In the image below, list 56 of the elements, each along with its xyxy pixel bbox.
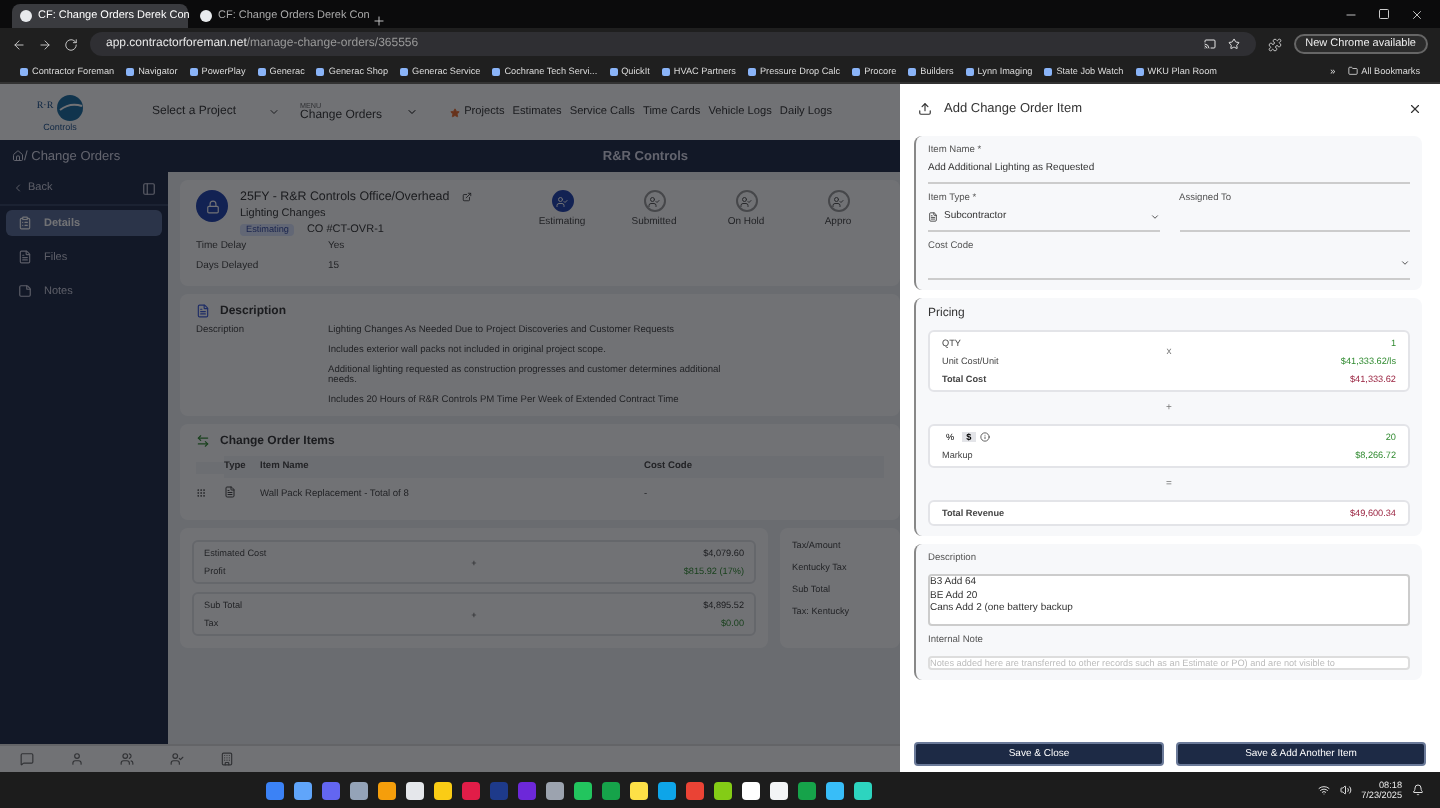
extensions-icon[interactable]	[1267, 37, 1282, 51]
bookmark-icon	[257, 67, 266, 75]
sidebar-toggle-icon[interactable]	[142, 181, 156, 195]
notification-icon[interactable]	[1412, 784, 1424, 796]
back-icon[interactable]	[12, 37, 26, 51]
maximize-icon[interactable]	[1378, 7, 1390, 19]
chevron-down-icon	[1149, 211, 1159, 221]
file-icon	[18, 250, 32, 264]
close-icon[interactable]	[1408, 101, 1422, 115]
user-icon[interactable]	[70, 752, 84, 766]
bookmark-icon	[316, 67, 325, 75]
bookmark-icon	[20, 67, 28, 75]
exchange-icon	[196, 434, 210, 448]
tab-favicon	[200, 10, 212, 22]
step-icon	[551, 190, 573, 212]
chevron-down-icon	[406, 106, 419, 118]
bookmark-icon	[492, 67, 501, 75]
record-icon	[196, 190, 228, 222]
bookmark-icon	[908, 67, 917, 75]
cast-icon[interactable]	[1203, 38, 1216, 50]
bookmark-star-icon[interactable]	[1227, 38, 1240, 50]
logo-icon	[55, 93, 84, 121]
bookmark-icon	[965, 67, 974, 75]
document-icon	[928, 211, 938, 221]
bookmark-icon	[126, 67, 135, 75]
chevron-down-icon	[268, 106, 281, 118]
bookmark-icon	[661, 67, 670, 75]
item-type-icon	[224, 486, 236, 498]
volume-icon[interactable]	[1339, 784, 1352, 796]
new-tab-icon[interactable]	[372, 14, 386, 28]
bookmark-icon	[747, 67, 756, 75]
note-icon	[18, 284, 32, 298]
bookmark-icon	[400, 67, 408, 75]
open-link-icon[interactable]	[461, 192, 472, 202]
step-icon	[643, 190, 665, 212]
details-icon	[18, 216, 32, 230]
tab-favicon	[20, 10, 32, 22]
contact-icon[interactable]	[170, 752, 184, 766]
chevron-down-icon	[1400, 258, 1410, 268]
users-icon[interactable]	[120, 752, 134, 766]
bookmark-icon	[189, 67, 198, 75]
forward-icon[interactable]	[38, 37, 52, 51]
bookmark-icon	[852, 67, 861, 75]
step-icon	[827, 190, 849, 212]
step-icon	[735, 190, 757, 212]
reload-icon[interactable]	[64, 37, 78, 51]
bookmark-icon	[1044, 67, 1053, 75]
bookmark-icon	[609, 67, 618, 75]
info-icon[interactable]	[979, 432, 990, 442]
document-icon	[196, 304, 210, 318]
building-icon[interactable]	[220, 752, 234, 766]
folder-icon	[1347, 66, 1358, 76]
bookmark-icon	[1135, 67, 1144, 75]
chevron-left-icon	[12, 182, 24, 194]
wifi-icon[interactable]	[1317, 784, 1330, 796]
home-icon[interactable]	[12, 150, 24, 162]
